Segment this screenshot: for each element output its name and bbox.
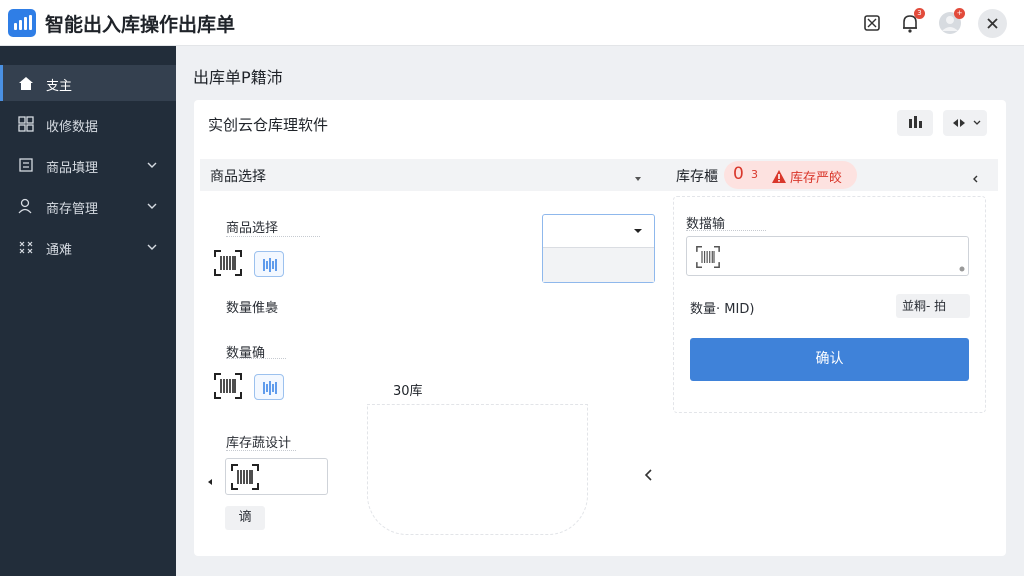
close-button[interactable] bbox=[978, 9, 1007, 38]
product-select-dropdown[interactable] bbox=[542, 214, 655, 283]
top-header: 智能出入库操作出库单 3 + bbox=[0, 0, 1024, 46]
divider bbox=[686, 230, 766, 231]
product-select-label: 商品选择 bbox=[226, 221, 279, 236]
chevron-left-icon bbox=[644, 469, 652, 481]
panel-title: 实创云仓库理软件 bbox=[208, 116, 329, 134]
stock-sub-count: 3 bbox=[751, 168, 758, 181]
chart-icon bbox=[909, 116, 922, 128]
stock-count: 0 bbox=[733, 164, 744, 184]
barcode-scan-icon[interactable] bbox=[213, 249, 243, 277]
barcode-icon bbox=[231, 464, 259, 490]
screenshot-icon[interactable] bbox=[860, 11, 884, 35]
scan-button[interactable] bbox=[254, 251, 284, 277]
sidebar-item-home[interactable]: 支主 bbox=[0, 65, 176, 101]
section-collapse-toggle[interactable] bbox=[632, 170, 644, 182]
data-input-field[interactable] bbox=[686, 236, 969, 276]
barcode-scan-icon[interactable] bbox=[213, 372, 243, 400]
qty-note: 30库 bbox=[393, 384, 423, 399]
sidebar-item-label: 支主 bbox=[46, 79, 73, 94]
user-icon bbox=[18, 198, 34, 214]
qty-mid-label: 数量· MID) bbox=[690, 302, 755, 317]
section-stock-label: 库存櫃 bbox=[676, 169, 718, 185]
prev-button[interactable] bbox=[643, 467, 655, 481]
warning-icon bbox=[772, 168, 786, 183]
home-icon bbox=[18, 75, 34, 91]
scan-wave-icon bbox=[263, 381, 277, 395]
stock-status-badge: 0 3 库存严皎 bbox=[724, 161, 857, 189]
qty-info-label: 数量倠裊 bbox=[226, 301, 279, 316]
sidebar: 支主 收修数据 商品填理 商存管理 通难 bbox=[0, 46, 176, 576]
caret-down-icon bbox=[635, 177, 641, 181]
sidebar-item-label: 收修数据 bbox=[46, 120, 99, 135]
sidebar-item-label: 通难 bbox=[46, 243, 73, 258]
avatar[interactable]: + bbox=[938, 8, 965, 35]
section-expand-toggle[interactable] bbox=[970, 170, 980, 183]
chevron-down-icon bbox=[146, 200, 158, 212]
section-bar bbox=[200, 159, 998, 191]
stock-barcode-input[interactable] bbox=[225, 458, 328, 495]
sidebar-item-general[interactable]: 通难 bbox=[0, 229, 176, 265]
avatar-badge: + bbox=[954, 8, 965, 19]
caret-left-icon[interactable] bbox=[206, 471, 214, 485]
chevron-down-icon bbox=[146, 241, 158, 253]
sidebar-item-products[interactable]: 商品填理 bbox=[0, 147, 176, 183]
scan-button[interactable] bbox=[254, 374, 284, 400]
caret-down-icon bbox=[634, 229, 642, 233]
drop-zone[interactable] bbox=[367, 404, 588, 535]
box-icon bbox=[18, 157, 34, 173]
chevron-left-icon bbox=[973, 175, 978, 183]
notification-badge: 3 bbox=[914, 8, 925, 19]
dropdown-option[interactable] bbox=[543, 247, 654, 282]
settings-icon bbox=[18, 239, 34, 255]
sidebar-item-inventory[interactable]: 商存管理 bbox=[0, 188, 176, 224]
app-title: 智能出入库操作出库单 bbox=[45, 14, 236, 36]
section-product-select-label: 商品选择 bbox=[210, 169, 266, 185]
view-toggle-icon bbox=[953, 119, 981, 127]
stock-warning-text: 库存严皎 bbox=[790, 171, 843, 186]
grid-icon bbox=[18, 116, 34, 132]
stock-design-label: 库存蔬设计 bbox=[226, 436, 292, 451]
toolbar-view-dropdown[interactable] bbox=[943, 110, 987, 136]
divider bbox=[226, 358, 286, 359]
sidebar-item-label: 商品填理 bbox=[46, 161, 99, 176]
chevron-down-icon bbox=[146, 159, 158, 171]
small-action-button[interactable]: 谪 bbox=[225, 506, 265, 530]
divider bbox=[226, 450, 296, 451]
sidebar-item-label: 商存管理 bbox=[46, 202, 99, 217]
confirm-button[interactable]: 确认 bbox=[690, 338, 969, 381]
option-button[interactable]: 並粡- 拍 bbox=[896, 294, 970, 318]
divider bbox=[226, 236, 320, 237]
sidebar-item-receive-data[interactable]: 收修数据 bbox=[0, 106, 176, 142]
resize-handle-icon[interactable] bbox=[958, 265, 966, 273]
barcode-icon bbox=[696, 245, 720, 269]
bell-icon[interactable]: 3 bbox=[898, 8, 925, 35]
scan-wave-icon bbox=[263, 258, 277, 272]
page-title: 出库单P籍沛 bbox=[193, 68, 283, 87]
close-icon bbox=[987, 18, 998, 29]
toolbar-stats-button[interactable] bbox=[897, 110, 933, 136]
app-logo-icon bbox=[8, 9, 36, 37]
